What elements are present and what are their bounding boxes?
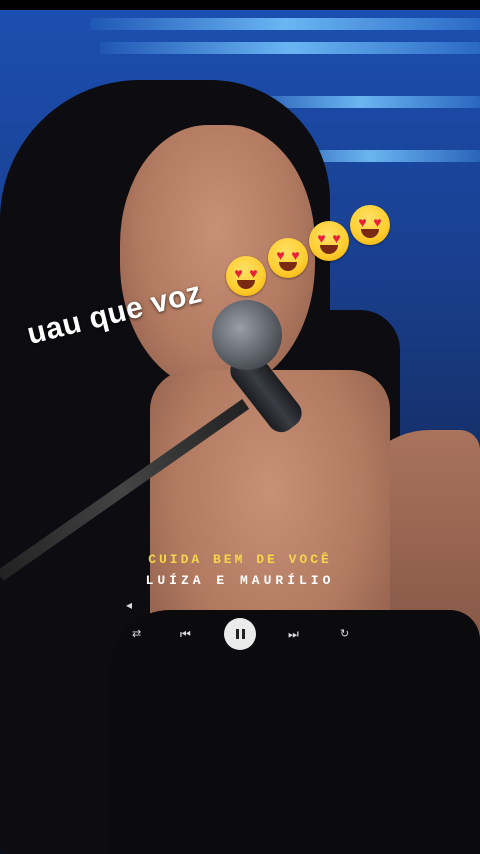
top-black-bar xyxy=(0,0,480,10)
heart-eyes-emoji-icon: ♥ ♥ xyxy=(309,221,349,261)
previous-icon[interactable]: ⏮ xyxy=(180,628,191,640)
heart-eyes-emoji-icon: ♥ ♥ xyxy=(226,256,266,296)
stage-light xyxy=(100,42,480,54)
repeat-icon[interactable]: ↻ xyxy=(340,628,349,640)
microphone-head xyxy=(212,300,282,370)
stage-light xyxy=(90,18,480,30)
song-title: CUIDA BEM DE VOCÊ xyxy=(148,552,332,567)
next-icon[interactable]: ⏭ xyxy=(288,628,299,640)
heart-eyes-emoji-icon: ♥ ♥ xyxy=(350,205,390,245)
song-artist: LUÍZA E MAURÍLIO xyxy=(145,573,335,588)
pause-icon xyxy=(235,629,245,639)
volume-icon[interactable]: ◂ xyxy=(126,599,132,611)
video-frame[interactable] xyxy=(0,10,480,854)
pause-button[interactable] xyxy=(224,618,256,650)
singer-dress xyxy=(110,610,480,854)
shuffle-icon[interactable]: ⇄ xyxy=(132,628,141,640)
heart-eyes-emoji-icon: ♥ ♥ xyxy=(268,238,308,278)
